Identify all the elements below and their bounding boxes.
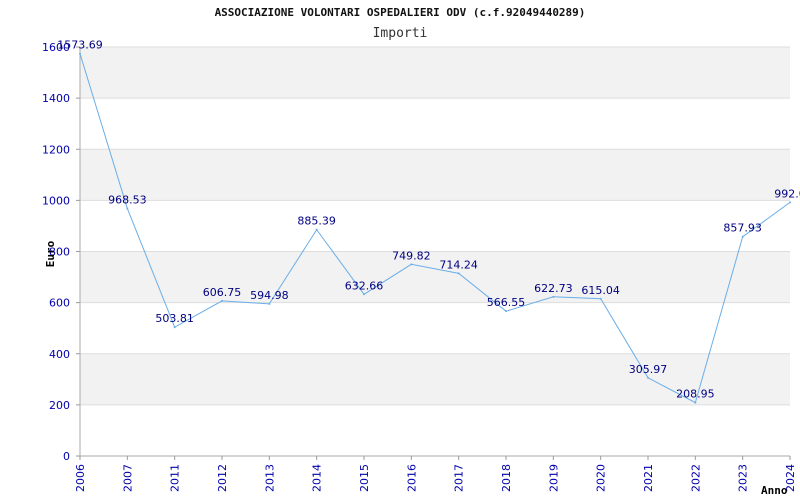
data-point	[694, 401, 697, 404]
data-point	[457, 272, 460, 275]
data-point	[410, 263, 413, 266]
x-tick-label: 2014	[311, 464, 324, 492]
x-tick-label: 2021	[642, 464, 655, 492]
data-label: 714.24	[439, 258, 478, 271]
y-tick-label: 0	[63, 450, 70, 463]
data-point	[789, 201, 791, 204]
data-label: 566.55	[487, 296, 526, 309]
plot-bands	[80, 47, 790, 405]
y-tick-label: 200	[49, 399, 70, 412]
x-tick-label: 2018	[500, 464, 513, 492]
data-point	[505, 310, 507, 313]
data-point	[647, 376, 649, 379]
series-line-path	[79, 53, 791, 404]
data-point	[126, 207, 129, 210]
x-tick-label: 2017	[453, 464, 466, 492]
x-tick-label: 2015	[358, 464, 371, 492]
data-point	[599, 297, 602, 300]
data-point	[173, 326, 176, 329]
x-tick-label: 2007	[121, 464, 134, 492]
y-tick-label: 1200	[42, 143, 70, 156]
data-label: 503.81	[155, 312, 194, 325]
x-tick-label: 2012	[216, 464, 229, 492]
x-tick-label: 2020	[595, 464, 608, 492]
plot-band	[80, 149, 790, 201]
data-label: 992.0	[774, 187, 800, 200]
x-tick-label: 2016	[405, 464, 418, 492]
data-label: 632.66	[345, 279, 384, 292]
data-point	[741, 235, 744, 238]
data-label: 749.82	[392, 249, 431, 262]
data-point	[363, 293, 365, 296]
x-tick-label: 2006	[74, 464, 87, 492]
data-label: 857.93	[723, 222, 762, 235]
y-tick-label: 400	[49, 348, 70, 361]
data-point	[221, 299, 223, 302]
data-label: 594.98	[250, 289, 289, 302]
data-label: 305.97	[629, 363, 668, 376]
line-chart: 02004006008001000120014001600 2006 2007 20…	[42, 39, 800, 497]
x-tick-label: 2022	[689, 464, 702, 492]
data-point	[315, 228, 318, 231]
x-tick-label: 2019	[547, 464, 560, 492]
data-label: 208.95	[676, 388, 715, 401]
x-tick-label: 2023	[737, 464, 750, 492]
x-tick-labels: 2006 2007 2011 2012 2013 2014 2015 2016 2017 2018…	[74, 464, 797, 492]
x-axis-label: Anno	[761, 484, 788, 497]
data-label: 968.53	[108, 193, 147, 206]
data-point	[552, 295, 555, 298]
y-tick-label: 600	[49, 297, 70, 310]
series-line	[79, 52, 791, 404]
y-axis-label: Euro	[44, 240, 57, 267]
x-tick-label: 2013	[263, 464, 276, 492]
y-tick-label: 1400	[42, 92, 70, 105]
x-tick-label: 2011	[169, 464, 182, 492]
data-label: 606.75	[203, 286, 242, 299]
y-tick-label: 1000	[42, 194, 70, 207]
plot-band	[80, 47, 790, 99]
data-label: 885.39	[297, 215, 336, 228]
data-label: 1573.69	[57, 39, 103, 52]
plot-band	[80, 251, 790, 303]
data-point	[79, 52, 81, 55]
data-label: 615.04	[581, 284, 620, 297]
data-point	[268, 302, 271, 305]
data-label: 622.73	[534, 282, 573, 295]
